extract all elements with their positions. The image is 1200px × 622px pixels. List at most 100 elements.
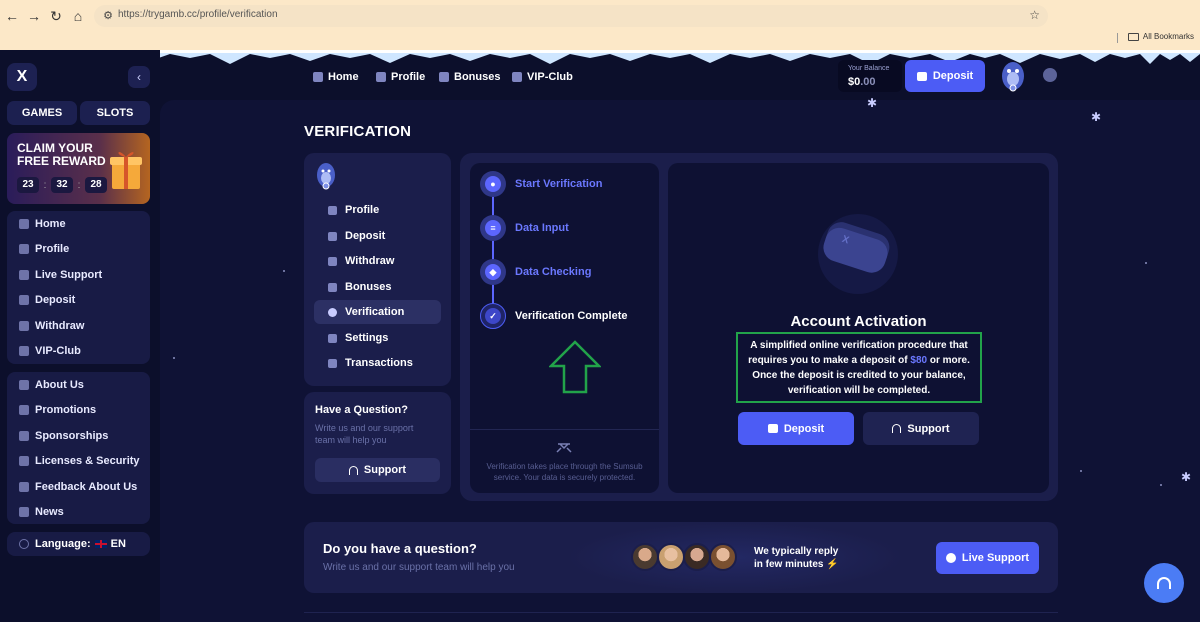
sidebar: X ‹ GAMES SLOTS CLAIM YOUR FREE REWARD 2… [0,50,160,622]
step-data-checking: ◆ Data Checking [480,259,591,285]
topnav-vip-club[interactable]: VIP-Club [512,68,573,86]
activation-support-button[interactable]: Support [863,412,979,445]
profile-menu-transactions[interactable]: Transactions [314,351,441,375]
timer-seconds: 28 [85,177,107,193]
sidebar-item-licenses[interactable]: Licenses & Security [7,449,150,475]
shield-check-icon: ◆ [485,264,501,280]
all-bookmarks[interactable]: All Bookmarks [1127,32,1194,41]
profile-icon [376,72,386,82]
profile-menu-deposit[interactable]: Deposit [314,224,441,248]
sidebar-item-live-support[interactable]: Live Support [7,262,150,288]
snowflake-icon: ✱ [1181,470,1192,484]
profile-menu-withdraw[interactable]: Withdraw [314,249,441,273]
topnav-bonuses[interactable]: Bonuses [439,68,500,86]
step-start-verification: ● Start Verification [480,171,602,197]
globe-icon [19,539,29,549]
shield-icon [19,456,29,467]
profile-menu-settings[interactable]: Settings [314,326,441,350]
sidebar-item-news[interactable]: News [7,500,150,526]
support-agent-avatar [631,543,659,571]
sidebar-item-about-us[interactable]: About Us [7,372,150,398]
question-subtitle: Write us and our support team will help … [315,423,414,445]
slots-button[interactable]: SLOTS [80,101,150,125]
sidebar-item-feedback[interactable]: Feedback About Us [7,474,150,500]
check-badge-icon: ✓ [485,308,501,324]
crown-icon [512,72,522,82]
star-dot [1160,484,1162,486]
timer-minutes: 32 [51,177,73,193]
games-button[interactable]: GAMES [7,101,77,125]
sumsub-logo-icon [556,443,572,453]
activation-title: Account Activation [790,313,927,330]
check-badge-icon [328,307,337,317]
wallet-icon [328,231,337,241]
sidebar-item-promotions[interactable]: Promotions [7,398,150,424]
topnav-home[interactable]: Home [313,68,359,86]
gear-icon [328,333,337,343]
back-icon[interactable]: ← [2,6,22,26]
profile-menu-bonuses[interactable]: Bonuses [314,275,441,299]
sidebar-item-deposit[interactable]: Deposit [7,288,150,314]
profile-menu-verification[interactable]: Verification [314,300,441,324]
snowflake-icon: ✱ [1091,110,1102,124]
steps-connector-line [492,196,494,306]
banner-subtitle: Write us and our support team will help … [323,562,515,573]
profile-avatar [317,163,335,190]
card-illustration: X [818,214,898,294]
site-info-icon[interactable]: ⚙ [100,8,116,24]
headset-icon [348,465,358,475]
deposit-amount: $80 [910,355,928,366]
language-code: EN [110,538,126,550]
url-text[interactable]: https://trygamb.cc/profile/verification [118,9,278,20]
gift-icon [110,152,142,189]
news-icon [19,507,29,518]
sidebar-item-vip-club[interactable]: VIP-Club [7,339,150,365]
profile-menu-profile[interactable]: Profile [314,198,441,222]
info-menu: About Us Promotions Sponsorships License… [7,372,150,524]
support-agent-avatar [709,543,737,571]
timer-hours: 23 [17,177,39,193]
site-logo[interactable]: X [7,63,37,91]
live-support-button[interactable]: Live Support [936,542,1039,574]
lightning-icon: ⚡ [826,559,839,570]
headset-icon [19,269,29,280]
address-bar[interactable]: ⚙ https://trygamb.cc/profile/verificatio… [94,5,1048,27]
balance-display: Your Balance $0.00 [838,60,902,92]
chat-widget-button[interactable] [1144,563,1184,603]
chat-icon [945,553,956,563]
free-reward-banner[interactable]: CLAIM YOUR FREE REWARD 23 : 32 : 28 [7,133,150,204]
language-selector[interactable]: Language: EN [7,532,150,556]
header-deposit-button[interactable]: Deposit [905,60,985,92]
topnav-profile[interactable]: Profile [376,68,425,86]
user-icon: ● [485,176,501,192]
bookmark-star-icon[interactable]: ☆ [1029,8,1040,22]
wallet-icon [916,71,927,81]
headset-icon [892,424,902,433]
profile-icon [19,244,29,255]
support-agent-avatar [683,543,711,571]
home-icon[interactable]: ⌂ [68,6,88,26]
sidebar-item-home[interactable]: Home [7,211,150,237]
browser-chrome: ← → ↻ ⌂ ⚙ https://trygamb.cc/profile/ver… [0,0,1200,50]
activation-deposit-button[interactable]: Deposit [738,412,854,445]
form-icon: ≡ [485,220,501,236]
question-card: Have a Question? Write us and our suppor… [304,392,451,494]
transactions-icon [328,358,337,368]
sidebar-item-profile[interactable]: Profile [7,237,150,263]
reload-icon[interactable]: ↻ [46,6,66,26]
gift-icon [328,282,337,292]
forward-icon[interactable]: → [24,6,44,26]
withdraw-icon [19,320,29,331]
notification-bell-icon[interactable] [1043,68,1057,82]
sumsub-note: Verification takes place through the Sum… [486,462,643,482]
promo-icon [19,405,29,416]
sidebar-item-withdraw[interactable]: Withdraw [7,313,150,339]
balance-label: Your Balance [848,65,890,72]
user-avatar[interactable] [998,60,1028,92]
collapse-sidebar-button[interactable]: ‹ [128,66,150,88]
home-icon [19,218,29,229]
support-button[interactable]: Support [315,458,440,482]
star-dot [283,270,285,272]
crown-icon [19,346,29,357]
sidebar-item-sponsorships[interactable]: Sponsorships [7,423,150,449]
